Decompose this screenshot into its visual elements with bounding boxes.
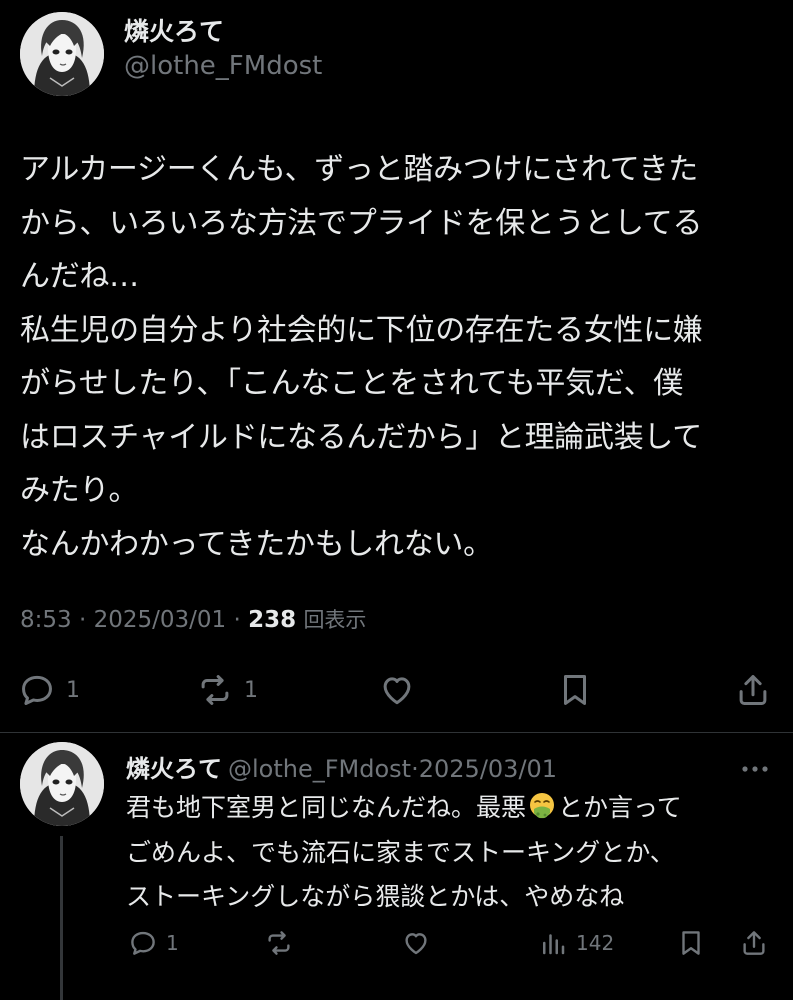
bookmark-button[interactable] (556, 664, 594, 716)
reply-action-bar: 1 142 (0, 921, 793, 965)
repost-count: 1 (244, 677, 258, 703)
reply-date-separator: · (411, 755, 419, 783)
share-button[interactable] (734, 664, 772, 716)
reply-author-handle[interactable]: @lothe_FMdost (228, 755, 411, 783)
reply-date[interactable]: 2025/03/01 (419, 755, 557, 783)
meta-separator: · (226, 607, 249, 633)
reply-header: 燐火ろて @lothe_FMdost·2025/03/01 (126, 752, 557, 789)
reply-button[interactable]: 1 (128, 921, 179, 965)
avatar-image (20, 742, 104, 826)
post-text-line: から、いろいろな方法でプライドを保とうとしてる (20, 205, 703, 241)
reply-button[interactable]: 1 (18, 664, 80, 716)
more-options-icon[interactable] (737, 756, 773, 782)
share-button[interactable] (739, 921, 769, 965)
heart-icon (383, 677, 411, 705)
heart-icon (405, 933, 427, 955)
reply-icon (22, 675, 52, 705)
reply-text-segment: とか言って (558, 793, 682, 822)
main-post-header: 燐火ろて @lothe_FMdost (20, 12, 322, 96)
post-meta: 8:53 · 2025/03/01 · 238 回表示 (20, 603, 366, 637)
thread-line (60, 836, 63, 1000)
post-text-line: がらせしたり、「こんなことをされても平気だ、僕 (20, 366, 683, 401)
views-count: 142 (576, 931, 615, 955)
repost-button[interactable] (264, 921, 294, 965)
author-block: 燐火ろて @lothe_FMdost (124, 15, 322, 83)
reply-count: 1 (166, 931, 179, 955)
bookmark-icon (682, 931, 700, 955)
reply-text-line: 君も地下室男と同じなんだね。最悪 とか言って (126, 786, 786, 831)
post-action-bar: 1 1 (0, 664, 793, 716)
author-name[interactable]: 燐火ろて (124, 15, 322, 49)
reply-author-name[interactable]: 燐火ろて (126, 755, 222, 783)
post-date[interactable]: 2025/03/01 (94, 607, 227, 633)
bookmark-button[interactable] (676, 921, 706, 965)
repost-icon (268, 931, 290, 955)
post-text-line: なんかわかってきたかもしれない。 (20, 526, 493, 562)
post-text-line: 私生児の自分より社会的に下位の存在たる女性に嫌 (20, 312, 703, 348)
repost-icon (201, 675, 229, 705)
post-time[interactable]: 8:53 (20, 607, 72, 633)
views-button[interactable]: 142 (538, 921, 614, 965)
share-icon (743, 931, 765, 955)
views-count: 238 (248, 607, 297, 633)
post-text: アルカージーくんも、ずっと踏みつけにされてきた から、いろいろな方法でプライドを保… (20, 143, 780, 571)
reply-text: 君も地下室男と同じなんだね。最悪 とか言って ごめんよ、でも流石に家までストーキン… (126, 786, 786, 920)
reply-text-line: ストーキングしながら猥談とかは、やめなね (126, 882, 625, 911)
post-divider (0, 732, 793, 733)
analytics-icon (543, 934, 565, 955)
meta-separator: · (71, 607, 94, 633)
post-text-line: アルカージーくんも、ずっと踏みつけにされてきた (20, 152, 698, 187)
bookmark-icon (563, 675, 587, 705)
avatar[interactable] (20, 12, 104, 96)
reply-text-segment: 君も地下室男と同じなんだね。最悪 (126, 793, 527, 822)
nauseated-face-icon (530, 793, 555, 819)
share-icon (739, 675, 767, 705)
reply-count: 1 (66, 677, 80, 703)
reply-icon (131, 931, 155, 955)
post-text-line: はロスチャイルドになるんだから」と理論武装して (20, 419, 702, 455)
post-text-line: んだね… (20, 259, 139, 294)
views-label: 回表示 (303, 608, 367, 632)
avatar-image (20, 12, 104, 96)
like-button[interactable] (401, 921, 431, 965)
post-text-line: みたり。 (20, 473, 139, 508)
author-handle[interactable]: @lothe_FMdost (124, 49, 322, 83)
like-button[interactable] (378, 664, 416, 716)
reply-text-line: ごめんよ、でも流石に家までストーキングとか、 (126, 837, 675, 867)
repost-button[interactable]: 1 (196, 664, 258, 716)
reply-avatar[interactable] (20, 742, 104, 826)
